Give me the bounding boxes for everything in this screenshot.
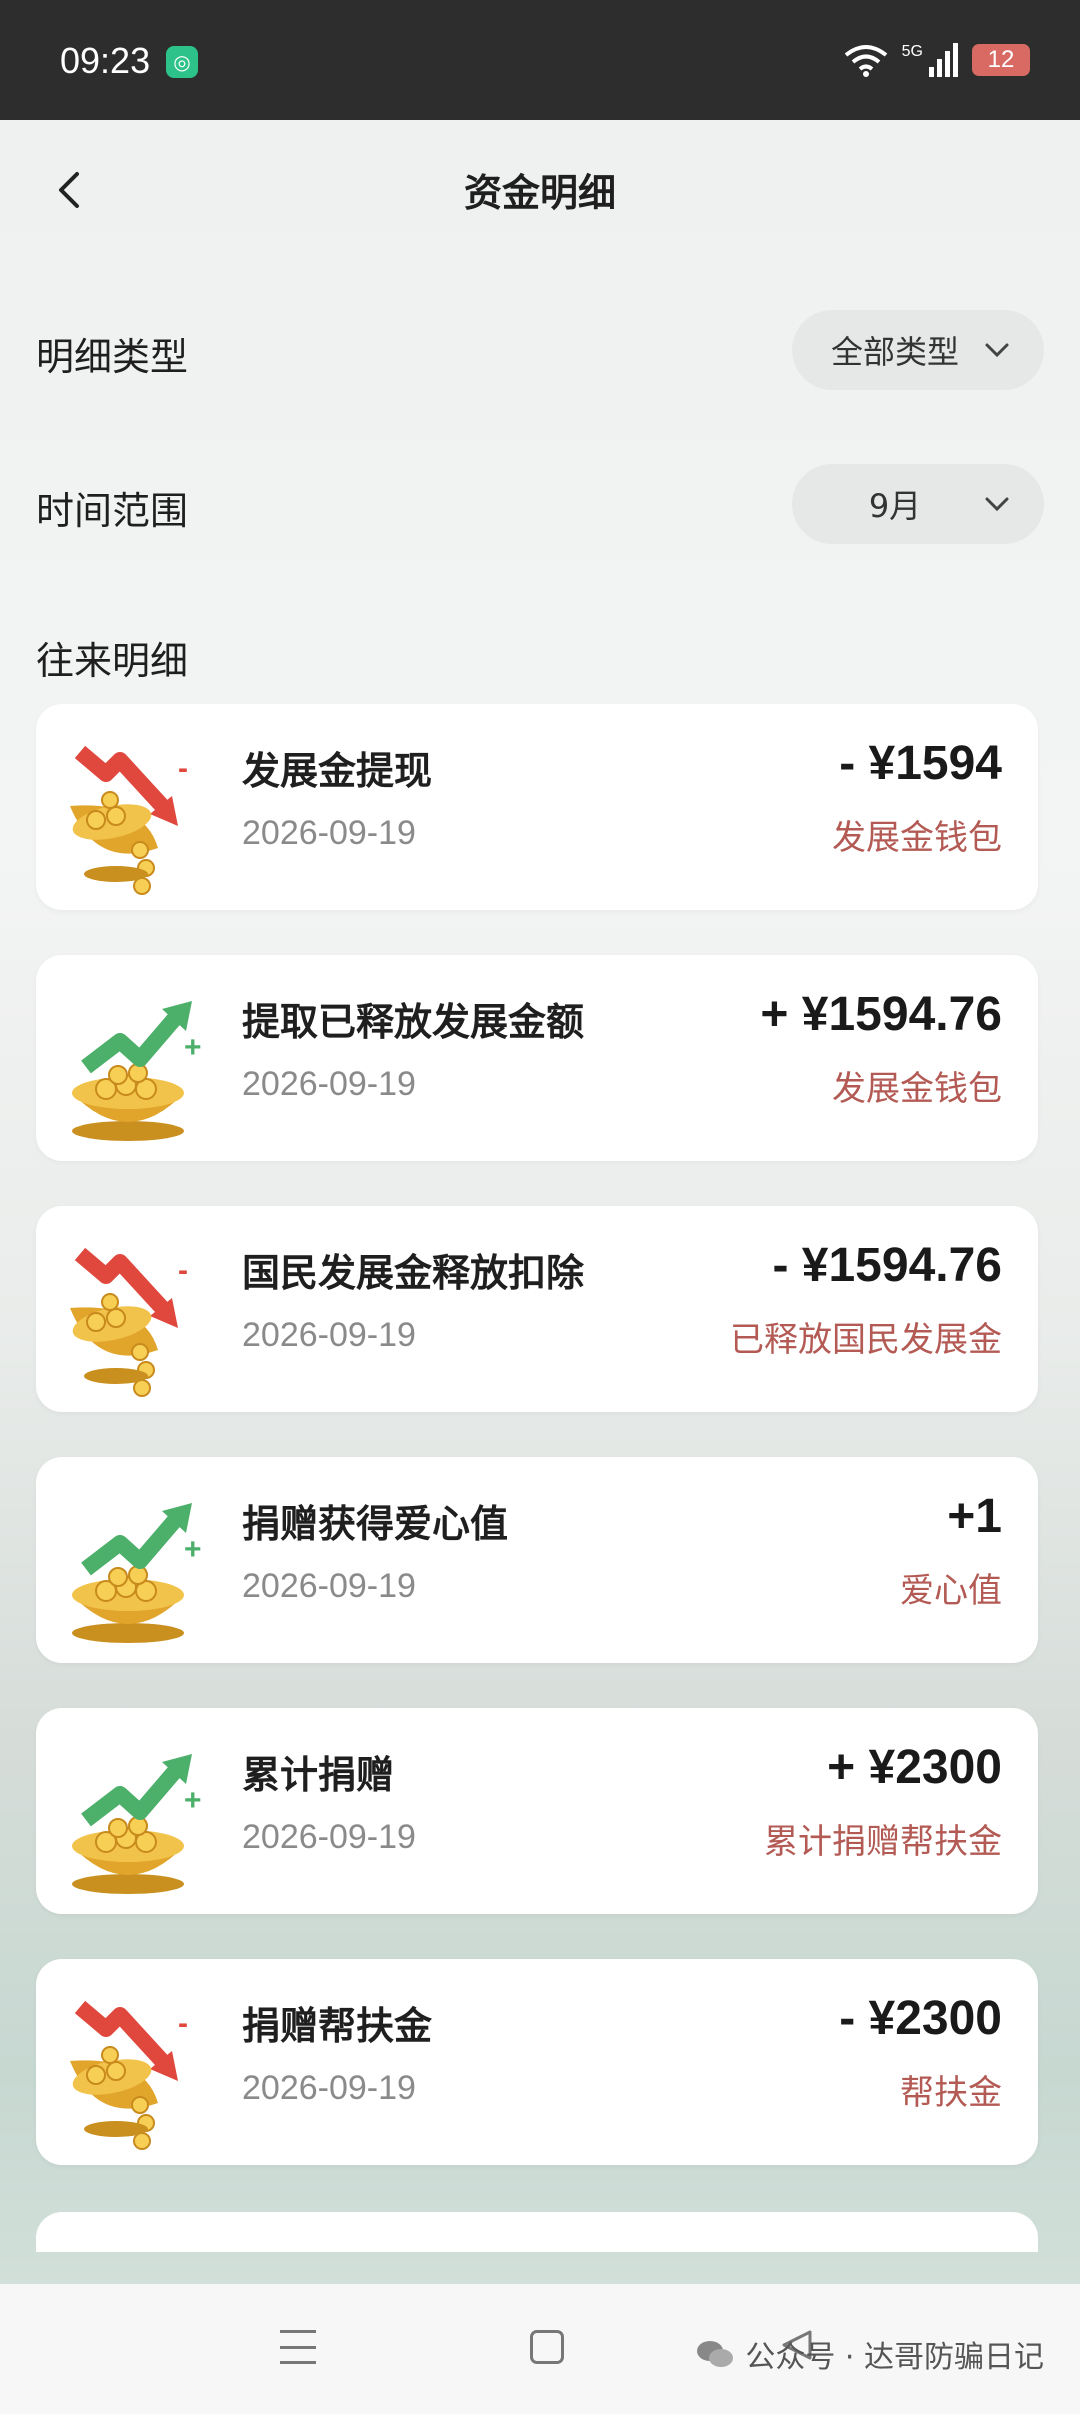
list-item[interactable]: - 捐赠帮扶金 2026-09-19 - ¥2300 帮扶金 xyxy=(36,1959,1038,2165)
transaction-wallet: 帮扶金 xyxy=(900,2073,1002,2113)
filter-type-value: 全部类型 xyxy=(830,333,959,371)
chevron-down-icon xyxy=(984,496,1044,512)
transaction-date: 2026-09-19 xyxy=(242,1818,416,1856)
transaction-date: 2026-09-19 xyxy=(242,2069,416,2107)
network-type: 5G xyxy=(901,43,923,60)
list-item[interactable]: - 发展金提现 2026-09-19 - ¥1594 发展金钱包 xyxy=(36,704,1038,910)
section-title: 往来明细 xyxy=(36,639,189,683)
wechat-icon xyxy=(697,2341,734,2367)
svg-text:+: + xyxy=(184,1031,202,1064)
transaction-amount: - ¥1594 xyxy=(839,737,1002,790)
trend-down-gold-bowl-icon: - xyxy=(66,730,246,900)
transaction-date: 2026-09-19 xyxy=(242,1567,416,1605)
top-bar: 资金明细 xyxy=(0,120,1080,260)
transaction-wallet: 累计捐赠帮扶金 xyxy=(764,1822,1002,1862)
transaction-amount: - ¥2300 xyxy=(839,1992,1002,2045)
transaction-amount: + ¥2300 xyxy=(827,1741,1002,1794)
filter-time-value: 9月 xyxy=(868,487,922,525)
home-nav-icon[interactable] xyxy=(530,2330,564,2364)
list-item[interactable]: - 国民发展金释放扣除 2026-09-19 - ¥1594.76 已释放国民发… xyxy=(36,1206,1038,1412)
transaction-title: 提取已释放发展金额 xyxy=(242,1000,585,1044)
transaction-date: 2026-09-19 xyxy=(242,1065,416,1103)
svg-text:-: - xyxy=(178,1254,188,1287)
transaction-wallet: 爱心值 xyxy=(900,1571,1002,1611)
signal-icon xyxy=(929,43,958,77)
transaction-title: 捐赠获得爱心值 xyxy=(242,1502,509,1546)
list-item[interactable]: + 捐赠获得爱心值 2026-09-19 +1 爱心值 xyxy=(36,1457,1038,1663)
svg-text:-: - xyxy=(178,2007,188,2040)
trend-down-gold-bowl-icon: - xyxy=(66,1985,246,2155)
transaction-amount: +1 xyxy=(947,1490,1002,1543)
transaction-title: 发展金提现 xyxy=(242,749,433,793)
transaction-amount: - ¥1594.76 xyxy=(772,1239,1002,1292)
battery-icon: 12 xyxy=(972,44,1030,76)
svg-text:+: + xyxy=(184,1533,202,1566)
filter-type-dropdown[interactable]: 全部类型 xyxy=(792,310,1044,390)
transaction-date: 2026-09-19 xyxy=(242,1316,416,1354)
trend-up-gold-bowl-icon: + xyxy=(66,1483,246,1653)
watermark-text: 公众号 · 达哥防骗日记 xyxy=(745,2340,1044,2375)
filter-type-label: 明细类型 xyxy=(36,335,189,379)
wifi-icon xyxy=(844,45,887,77)
filter-time-row: 时间范围 9月 xyxy=(36,464,1044,544)
trend-up-gold-bowl-icon: + xyxy=(66,1734,246,1904)
trend-up-gold-bowl-icon: + xyxy=(66,981,246,1151)
status-time: 09:23 xyxy=(60,40,151,81)
filter-time-dropdown[interactable]: 9月 xyxy=(792,464,1044,544)
list-item[interactable]: + 提取已释放发展金额 2026-09-19 + ¥1594.76 发展金钱包 xyxy=(36,955,1038,1161)
transaction-date: 2026-09-19 xyxy=(242,814,416,852)
page-title: 资金明细 xyxy=(463,171,616,215)
app-notification-icon: ◎ xyxy=(166,46,198,78)
chevron-down-icon xyxy=(984,342,1044,358)
system-nav-bar: 公众号 · 达哥防骗日记 xyxy=(0,2284,1080,2414)
transaction-wallet: 发展金钱包 xyxy=(832,1069,1002,1109)
menu-nav-icon[interactable] xyxy=(280,2330,316,2364)
transaction-wallet: 已释放国民发展金 xyxy=(730,1320,1002,1360)
svg-text:+: + xyxy=(184,1784,202,1817)
transaction-title: 捐赠帮扶金 xyxy=(242,2004,433,2048)
transaction-wallet: 发展金钱包 xyxy=(832,818,1002,858)
status-bar: 09:23 ◎ 5G 12 xyxy=(0,0,1080,120)
filter-type-row: 明细类型 全部类型 xyxy=(36,310,1044,390)
filter-time-label: 时间范围 xyxy=(36,489,189,533)
list-item[interactable]: + 累计捐赠 2026-09-19 + ¥2300 累计捐赠帮扶金 xyxy=(36,1708,1038,1914)
trend-down-gold-bowl-icon: - xyxy=(66,1232,246,1402)
watermark: 公众号 · 达哥防骗日记 xyxy=(695,2332,1044,2376)
transaction-title: 累计捐赠 xyxy=(242,1753,395,1797)
svg-text:-: - xyxy=(178,752,188,785)
list-item-partial[interactable] xyxy=(36,2212,1038,2252)
transaction-amount: + ¥1594.76 xyxy=(760,988,1002,1041)
transaction-title: 国民发展金释放扣除 xyxy=(242,1251,585,1295)
